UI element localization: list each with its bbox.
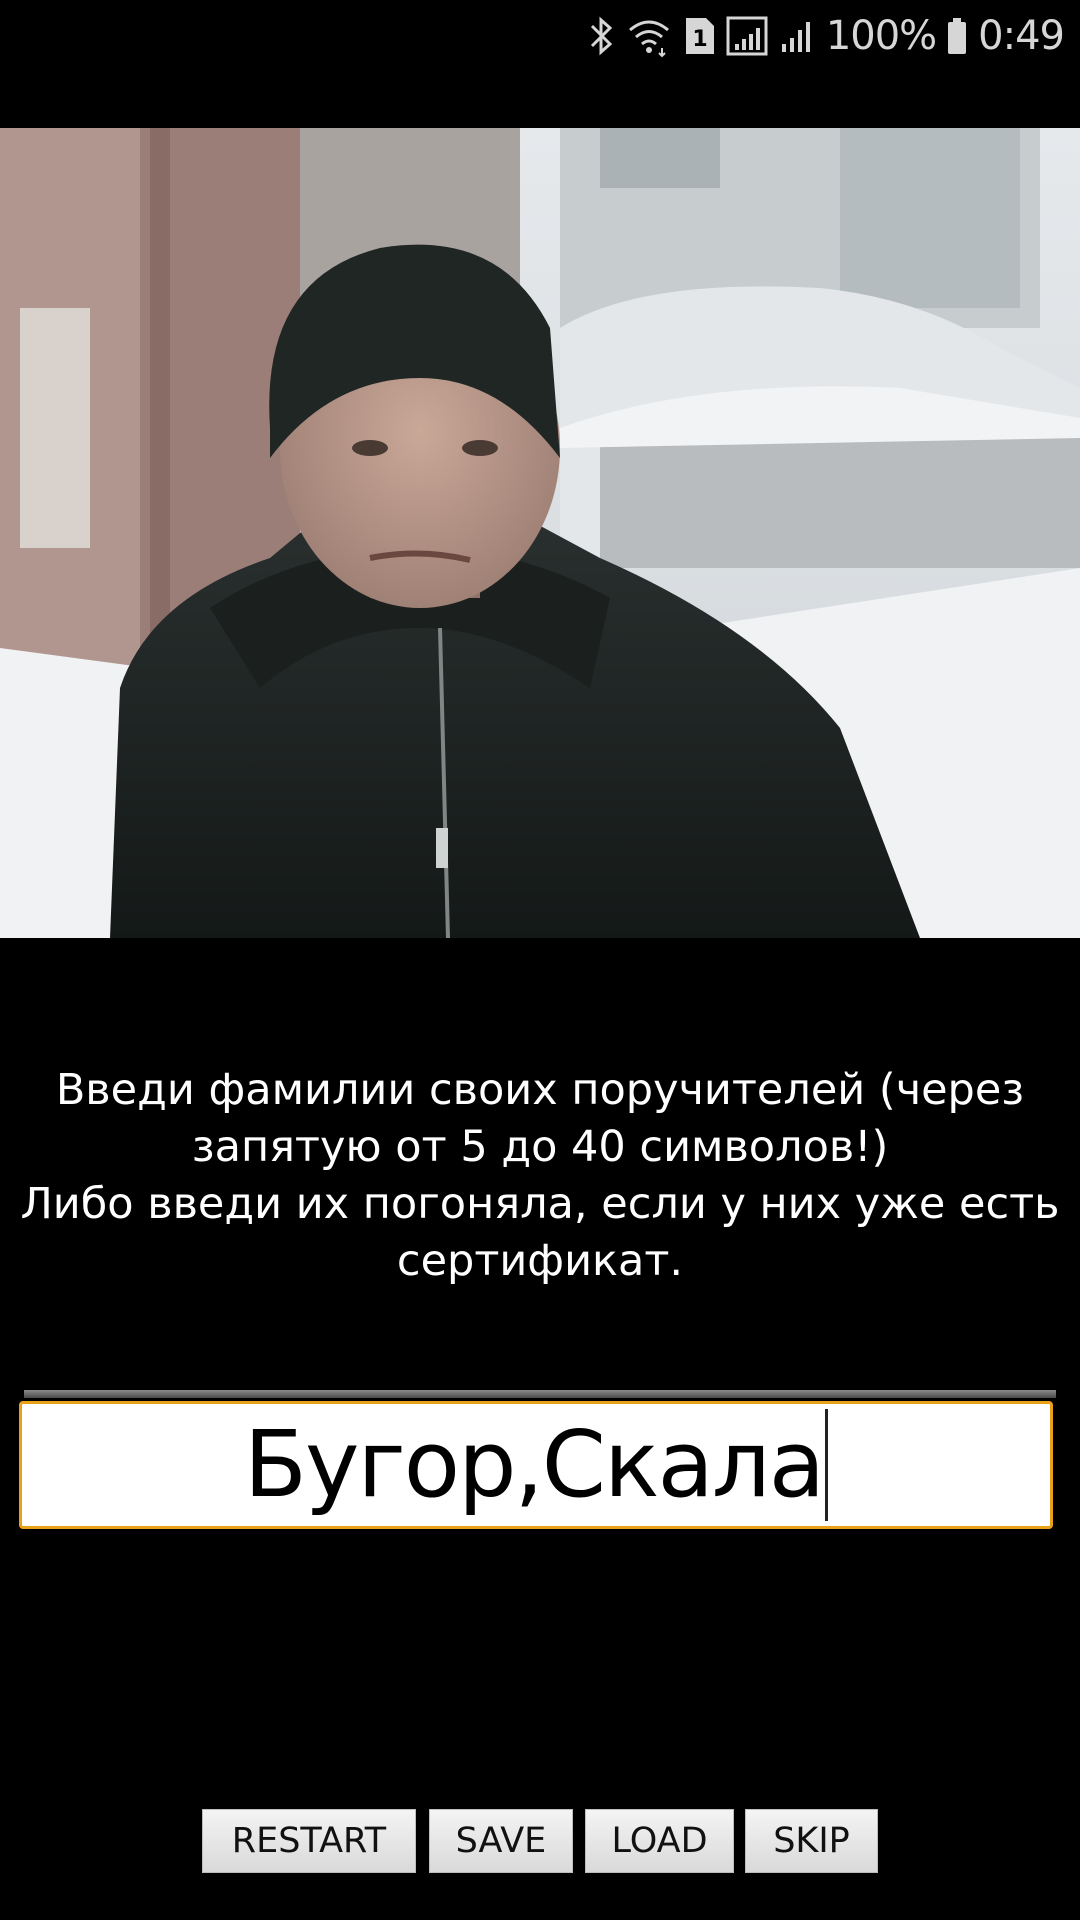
clock: 0:49 (978, 13, 1065, 59)
input-value: Бугор,Скала (243, 1411, 825, 1518)
text-caret (825, 1409, 829, 1521)
signal-2-icon (780, 14, 816, 58)
skip-button[interactable]: SKIP (745, 1809, 878, 1873)
prompt-line: запятую от 5 до 40 символов!) (191, 1122, 889, 1172)
sim-1-icon: 1 (682, 16, 716, 56)
status-icons: 1 100% 0:49 (586, 10, 1065, 62)
prompt-line: сертификат. (396, 1236, 684, 1286)
load-button[interactable]: LOAD (585, 1809, 734, 1873)
battery-percent: 100% (825, 13, 937, 59)
svg-text:1: 1 (692, 27, 707, 52)
input-divider (24, 1390, 1056, 1398)
signal-1-icon (726, 14, 770, 58)
status-bar: 1 100% 0:49 (0, 0, 1080, 72)
wifi-icon (626, 14, 672, 58)
prompt-text: Введи фамилии своих поручителей (через з… (20, 1062, 1060, 1290)
restart-button[interactable]: RESTART (202, 1809, 416, 1873)
bluetooth-icon (586, 14, 616, 58)
prompt-line: Либо введи их погоняла, если у них уже е… (20, 1179, 1060, 1229)
save-button[interactable]: SAVE (429, 1809, 573, 1873)
prompt-line: Введи фамилии своих поручителей (через (55, 1065, 1025, 1115)
surname-input[interactable]: Бугор,Скала (19, 1401, 1053, 1529)
scene-photo (0, 128, 1080, 938)
battery-icon (946, 14, 968, 58)
